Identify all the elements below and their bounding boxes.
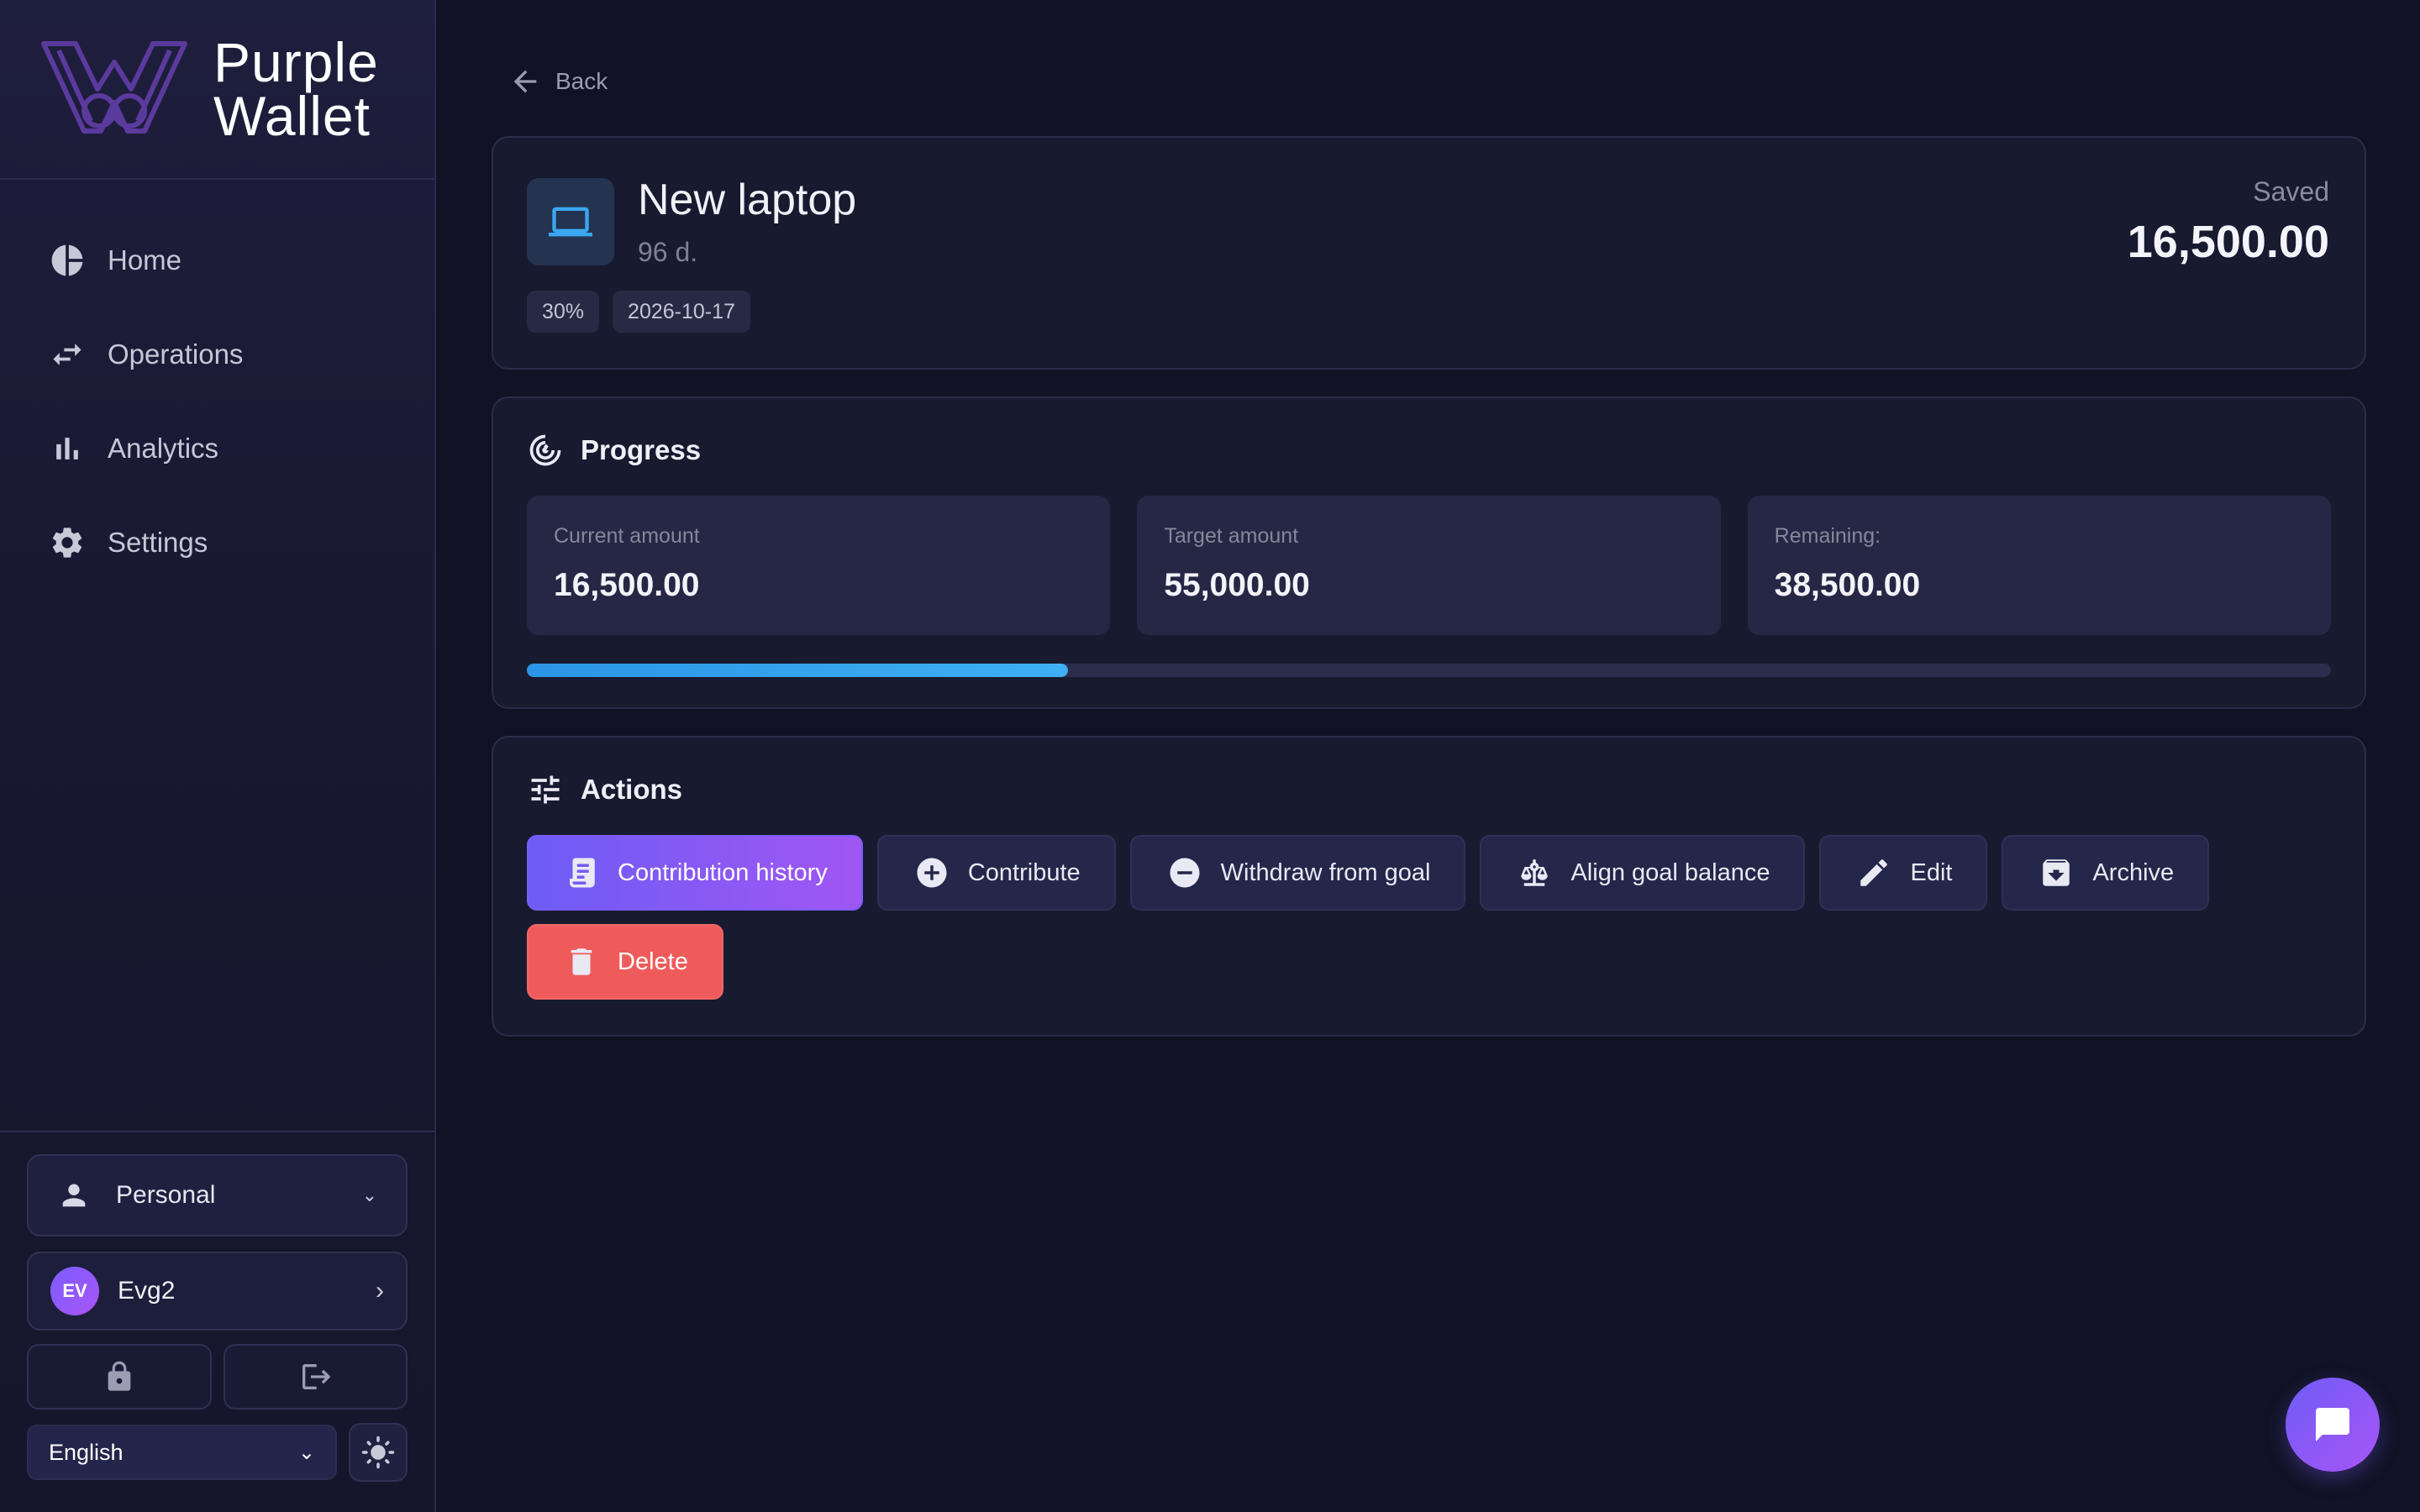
current-amount-label: Current amount: [554, 524, 700, 548]
chat-bubble-icon: [2316, 1408, 2349, 1441]
account-context-select[interactable]: Personal ⌄: [27, 1154, 408, 1236]
sidebar: Purple Wallet Home Operations Analytics …: [0, 0, 436, 1512]
person-icon: [57, 1179, 91, 1212]
contribute-button[interactable]: Contribute: [876, 835, 1116, 911]
sidebar-nav: Home Operations Analytics Settings: [0, 180, 434, 590]
bar-chart-icon: [49, 430, 86, 467]
goal-chips: 30% 2026-10-17: [527, 291, 750, 333]
saved-summary: Saved 16,500.00: [2128, 176, 2329, 268]
back-label: Back: [555, 68, 608, 94]
brand-name-line1: Purple: [213, 31, 379, 93]
sliders-icon: [531, 775, 560, 804]
user-profile-button[interactable]: EV Evg2 ›: [27, 1252, 408, 1331]
sidebar-item-home[interactable]: Home: [0, 213, 434, 307]
archive-button[interactable]: Archive: [2002, 835, 2210, 911]
withdraw-button[interactable]: Withdraw from goal: [1129, 835, 1466, 911]
sidebar-item-analytics[interactable]: Analytics: [0, 402, 434, 496]
progress-card: Progress Current amount 16,500.00 Target…: [492, 396, 2366, 709]
sidebar-item-settings[interactable]: Settings: [0, 496, 434, 590]
contribution-history-label: Contribution history: [618, 858, 828, 886]
current-amount-value: 16,500.00: [554, 567, 700, 603]
language-value: English: [49, 1439, 124, 1465]
sidebar-footer: Personal ⌄ EV Evg2 › English ⌄: [0, 1131, 434, 1512]
user-name: Evg2: [118, 1277, 176, 1305]
scale-icon: [1521, 859, 1549, 886]
progress-title: Progress: [581, 434, 702, 465]
chevron-right-icon: ›: [376, 1277, 384, 1305]
actions-heading: Actions: [527, 771, 2331, 808]
logout-button[interactable]: [223, 1344, 408, 1410]
target-amount-stat: Target amount 55,000.00: [1137, 496, 1721, 635]
remaining-amount-value: 38,500.00: [1774, 567, 1921, 603]
brand[interactable]: Purple Wallet: [0, 0, 434, 180]
edit-button[interactable]: Edit: [1819, 835, 1988, 911]
lock-button[interactable]: [27, 1344, 212, 1410]
target-amount-label: Target amount: [1164, 524, 1299, 548]
brand-name: Purple Wallet: [213, 31, 379, 147]
arrow-left-icon: [513, 70, 537, 93]
lock-icon: [108, 1361, 131, 1391]
remaining-amount-stat: Remaining: 38,500.00: [1747, 496, 2331, 635]
actions-title: Actions: [581, 774, 683, 805]
sun-icon: [361, 1436, 395, 1469]
archive-label: Archive: [2092, 858, 2175, 886]
avatar: EV: [50, 1267, 99, 1315]
sidebar-item-label: Settings: [108, 527, 208, 558]
sidebar-item-label: Home: [108, 244, 182, 276]
percent-chip: 30%: [527, 291, 600, 333]
brand-name-line2: Wallet: [213, 85, 371, 147]
align-balance-label: Align goal balance: [1570, 858, 1770, 886]
back-link[interactable]: Back: [508, 60, 608, 102]
quick-actions: [27, 1344, 408, 1410]
goal-header-card: New laptop 96 d. 30% 2026-10-17 Saved 16…: [492, 136, 2366, 370]
target-icon: [529, 434, 561, 466]
gear-icon: [49, 524, 86, 561]
progress-bar: [527, 664, 2331, 677]
delete-label: Delete: [618, 948, 688, 975]
saved-value: 16,500.00: [2127, 217, 2329, 267]
laptop-icon: [549, 207, 592, 237]
chevron-down-icon: ⌄: [361, 1184, 377, 1205]
purple-wallet-logo-icon: [41, 41, 187, 134]
actions-list: Contribution history Contribute Withdraw…: [527, 835, 2331, 1000]
receipt-icon: [570, 858, 595, 888]
minus-circle-icon: [1170, 858, 1200, 888]
sidebar-item-label: Analytics: [108, 433, 219, 464]
goal-days-left: 96 d.: [638, 237, 698, 267]
progress-bar-fill: [527, 664, 1069, 677]
chat-button[interactable]: [2286, 1378, 2380, 1472]
deadline-chip: 2026-10-17: [613, 291, 750, 333]
pencil-icon: [1860, 859, 1888, 886]
contribution-history-button[interactable]: Contribution history: [527, 835, 863, 911]
app-root: Purple Wallet Home Operations Analytics …: [0, 0, 2420, 1512]
language-row: English ⌄: [27, 1423, 408, 1482]
actions-card: Actions Contribution history Contribute …: [492, 736, 2366, 1037]
progress-stats: Current amount 16,500.00 Target amount 5…: [527, 496, 2331, 635]
edit-label: Edit: [1910, 858, 1953, 886]
goal-title: New laptop: [638, 176, 857, 224]
logout-icon: [302, 1364, 331, 1389]
sidebar-item-label: Operations: [108, 339, 244, 370]
align-balance-button[interactable]: Align goal balance: [1480, 835, 1806, 911]
delete-button[interactable]: Delete: [527, 924, 723, 1000]
account-context-value: Personal: [116, 1181, 216, 1209]
pie-chart-icon: [49, 242, 86, 279]
archive-icon: [2043, 859, 2070, 886]
remaining-amount-label: Remaining:: [1774, 524, 1881, 548]
sidebar-item-operations[interactable]: Operations: [0, 307, 434, 402]
current-amount-stat: Current amount 16,500.00: [527, 496, 1111, 635]
trash-icon: [571, 948, 592, 975]
main-content: Back New laptop 96 d. 30% 2026-10-17 Sav…: [436, 0, 2420, 1512]
plus-circle-icon: [917, 858, 947, 888]
contribute-label: Contribute: [967, 858, 1081, 886]
chevron-down-icon: ⌄: [297, 1441, 315, 1464]
withdraw-label: Withdraw from goal: [1220, 858, 1431, 886]
saved-label: Saved: [2253, 176, 2329, 207]
goal-icon-tile: [527, 178, 614, 265]
language-select[interactable]: English ⌄: [27, 1425, 337, 1480]
progress-heading: Progress: [527, 432, 2331, 469]
target-amount-value: 55,000.00: [1164, 567, 1310, 603]
theme-toggle-button[interactable]: [349, 1423, 408, 1482]
swap-arrows-icon: [49, 336, 86, 373]
